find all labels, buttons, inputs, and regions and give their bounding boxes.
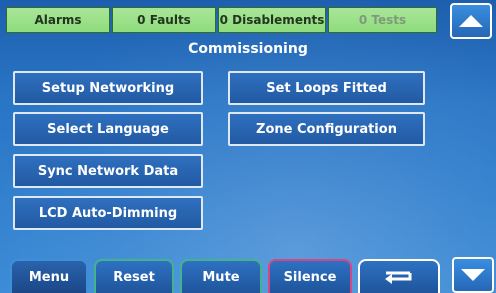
tests-indicator[interactable]: 0 Tests xyxy=(328,7,437,33)
faults-indicator[interactable]: 0 Faults xyxy=(112,7,216,33)
triangle-up-icon xyxy=(459,15,483,27)
scroll-down-button[interactable] xyxy=(452,257,494,293)
page-title: Commissioning xyxy=(188,41,308,57)
zone-configuration-button[interactable]: Zone Configuration xyxy=(228,112,425,146)
panel-screen: Alarms 0 Faults 0 Disablements 0 Tests C… xyxy=(0,0,496,293)
return-button[interactable] xyxy=(358,259,440,293)
status-bar: Alarms 0 Faults 0 Disablements 0 Tests xyxy=(6,7,437,33)
setup-networking-button[interactable]: Setup Networking xyxy=(13,71,203,105)
return-arrow-icon xyxy=(385,271,412,284)
sync-network-data-button[interactable]: Sync Network Data xyxy=(13,154,203,188)
tab-reset[interactable]: Reset xyxy=(94,259,174,293)
lcd-auto-dimming-button[interactable]: LCD Auto-Dimming xyxy=(13,196,203,230)
set-loops-fitted-button[interactable]: Set Loops Fitted xyxy=(228,71,425,105)
triangle-down-icon xyxy=(461,269,485,281)
tab-mute[interactable]: Mute xyxy=(180,259,262,293)
tab-silence[interactable]: Silence xyxy=(268,259,352,293)
alarms-indicator[interactable]: Alarms xyxy=(6,7,110,33)
disablements-indicator[interactable]: 0 Disablements xyxy=(218,7,326,33)
scroll-up-button[interactable] xyxy=(450,3,492,39)
select-language-button[interactable]: Select Language xyxy=(13,112,203,146)
tab-menu[interactable]: Menu xyxy=(10,259,88,293)
